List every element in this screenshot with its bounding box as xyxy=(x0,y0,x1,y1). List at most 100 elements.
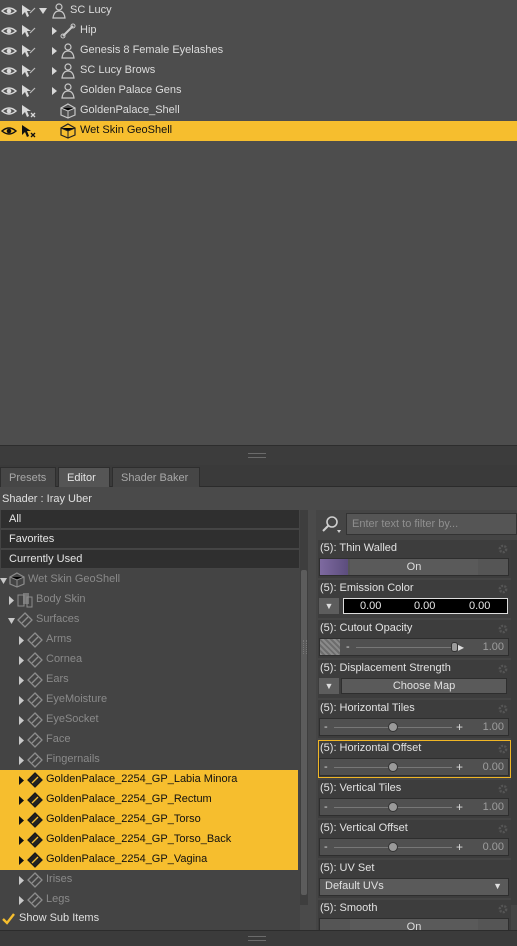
texture-thumbnail[interactable] xyxy=(320,639,340,655)
decrement-icon[interactable]: - xyxy=(324,841,328,853)
surface-tree-row[interactable]: Wet Skin GeoShell xyxy=(0,570,298,590)
toggle-on-button[interactable]: On xyxy=(350,559,478,575)
collapsed-arrow-icon[interactable] xyxy=(18,856,25,865)
collapsed-arrow-icon[interactable] xyxy=(18,876,25,885)
visibility-eye-icon[interactable] xyxy=(1,45,17,57)
uv-set-select[interactable]: Default UVs ▼ xyxy=(319,878,509,896)
map-dropdown-button[interactable]: ▼ xyxy=(319,598,339,614)
gear-icon[interactable] xyxy=(497,823,509,835)
filter-currently-used[interactable]: Currently Used xyxy=(1,550,299,569)
collapsed-arrow-icon[interactable] xyxy=(50,26,58,36)
horizontal-tiles-slider[interactable]: - + 1.00 xyxy=(319,718,509,736)
tab-shader-baker[interactable]: Shader Baker xyxy=(112,467,200,487)
increment-icon[interactable]: + xyxy=(456,800,463,814)
surface-tree-row[interactable]: Face xyxy=(0,730,298,750)
search-input[interactable]: Enter text to filter by... xyxy=(346,513,517,535)
surface-tree-row[interactable]: GoldenPalace_2254_GP_Labia Minora xyxy=(0,770,298,790)
increment-icon[interactable]: ▸ xyxy=(458,640,464,654)
slider-value[interactable]: 0.00 xyxy=(483,761,504,773)
filter-search[interactable]: Enter text to filter by... xyxy=(318,513,517,535)
collapsed-arrow-icon[interactable] xyxy=(18,816,25,825)
show-sub-items-toggle[interactable]: Show Sub Items xyxy=(0,908,300,930)
tab-presets[interactable]: Presets xyxy=(0,467,56,487)
vertical-tiles-slider[interactable]: - + 1.00 xyxy=(319,798,509,816)
scrollbar-thumb[interactable] xyxy=(301,570,307,895)
gear-icon[interactable] xyxy=(497,663,509,675)
expand-arrow-icon[interactable] xyxy=(0,576,7,585)
filter-all[interactable]: All xyxy=(1,510,299,529)
scene-row-hip[interactable]: Hip xyxy=(0,21,517,41)
cutout-opacity-slider[interactable]: - ▸ 1.00 xyxy=(319,638,509,656)
chevron-down-icon[interactable]: ▼ xyxy=(493,881,502,891)
slider-value[interactable]: 0.00 xyxy=(483,841,504,853)
search-icon[interactable] xyxy=(318,513,344,535)
checkmark-icon[interactable] xyxy=(2,912,15,925)
surface-tree-row[interactable]: Legs xyxy=(0,890,298,910)
surface-tree-row[interactable]: Irises xyxy=(0,870,298,890)
visibility-eye-icon[interactable] xyxy=(1,105,17,117)
selectable-cursor-icon[interactable] xyxy=(20,44,36,58)
selectable-cursor-icon[interactable] xyxy=(20,24,36,38)
increment-icon[interactable]: + xyxy=(456,760,463,774)
toggle-on-button[interactable]: On xyxy=(350,919,478,930)
splitter-grip[interactable] xyxy=(248,453,266,458)
collapsed-arrow-icon[interactable] xyxy=(50,66,58,76)
slider-knob[interactable] xyxy=(388,722,398,732)
collapsed-arrow-icon[interactable] xyxy=(18,776,25,785)
collapsed-arrow-icon[interactable] xyxy=(18,896,25,905)
not-selectable-cursor-icon[interactable] xyxy=(20,124,36,138)
scene-row-sc-lucy[interactable]: SC Lucy xyxy=(0,1,517,21)
property-scrollbar[interactable] xyxy=(511,540,517,905)
surface-tree-row[interactable]: Fingernails xyxy=(0,750,298,770)
visibility-eye-icon[interactable] xyxy=(1,25,17,37)
gear-icon[interactable] xyxy=(497,583,509,595)
gear-icon[interactable] xyxy=(497,903,509,915)
scene-row-wet-skin-geoshell[interactable]: Wet Skin GeoShell xyxy=(0,121,517,141)
pane-splitter[interactable] xyxy=(0,445,517,465)
color-value-field[interactable]: 0.00 0.00 0.00 xyxy=(343,598,508,614)
decrement-icon[interactable]: - xyxy=(346,641,350,653)
scene-row-gens[interactable]: Golden Palace Gens xyxy=(0,81,517,101)
surface-list-scrollbar[interactable] xyxy=(300,510,308,905)
increment-icon[interactable]: + xyxy=(456,840,463,854)
surface-tree-row[interactable]: GoldenPalace_2254_GP_Vagina xyxy=(0,850,298,870)
vertical-splitter-grip[interactable] xyxy=(303,640,307,654)
slider-value[interactable]: 1.00 xyxy=(483,801,504,813)
surface-tree-row[interactable]: GoldenPalace_2254_GP_Torso_Back xyxy=(0,830,298,850)
decrement-icon[interactable]: - xyxy=(324,721,328,733)
slider-knob[interactable] xyxy=(451,642,458,652)
slider-knob[interactable] xyxy=(388,762,398,772)
visibility-eye-icon[interactable] xyxy=(1,65,17,77)
surface-tree-row[interactable]: Cornea xyxy=(0,650,298,670)
slider-track[interactable] xyxy=(356,647,456,648)
collapsed-arrow-icon[interactable] xyxy=(50,86,58,96)
selectable-cursor-icon[interactable] xyxy=(20,4,36,18)
horizontal-offset-slider[interactable]: - + 0.00 xyxy=(319,758,509,776)
expand-arrow-icon[interactable] xyxy=(8,616,15,625)
splitter-grip[interactable] xyxy=(248,936,266,941)
slider-knob[interactable] xyxy=(388,842,398,852)
selectable-cursor-icon[interactable] xyxy=(20,84,36,98)
gear-icon[interactable] xyxy=(497,623,509,635)
vertical-offset-slider[interactable]: - + 0.00 xyxy=(319,838,509,856)
scene-row-brows[interactable]: SC Lucy Brows xyxy=(0,61,517,81)
collapsed-arrow-icon[interactable] xyxy=(18,756,25,765)
selectable-cursor-icon[interactable] xyxy=(20,64,36,78)
collapsed-arrow-icon[interactable] xyxy=(50,46,58,56)
surface-tree-row[interactable]: GoldenPalace_2254_GP_Rectum xyxy=(0,790,298,810)
decrement-icon[interactable]: - xyxy=(324,761,328,773)
expand-arrow-icon[interactable] xyxy=(39,6,47,16)
collapsed-arrow-icon[interactable] xyxy=(8,596,15,605)
surface-tree-row[interactable]: Arms xyxy=(0,630,298,650)
bottom-splitter[interactable] xyxy=(0,930,517,946)
map-dropdown-button[interactable]: ▼ xyxy=(319,678,339,694)
slider-value[interactable]: 1.00 xyxy=(483,721,504,733)
gear-icon[interactable] xyxy=(497,543,509,555)
slider-knob[interactable] xyxy=(388,802,398,812)
surface-tree-row[interactable]: EyeSocket xyxy=(0,710,298,730)
visibility-eye-icon[interactable] xyxy=(1,5,17,17)
surface-tree-row[interactable]: Ears xyxy=(0,670,298,690)
gear-icon[interactable] xyxy=(497,783,509,795)
collapsed-arrow-icon[interactable] xyxy=(18,836,25,845)
increment-icon[interactable]: + xyxy=(456,720,463,734)
